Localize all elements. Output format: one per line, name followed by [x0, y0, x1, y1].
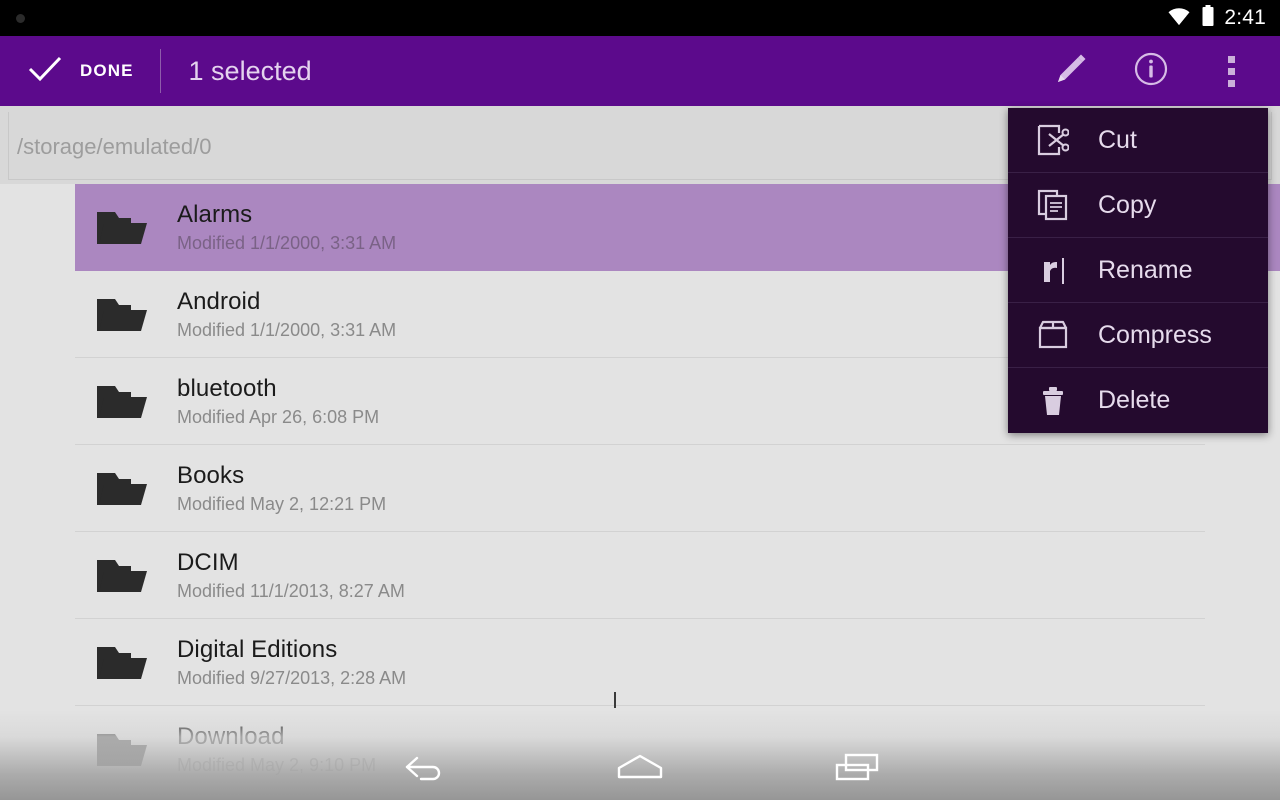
scroll-indicator[interactable]: [614, 692, 616, 708]
recents-icon: [833, 751, 881, 788]
edit-button[interactable]: [1048, 48, 1094, 94]
file-name: Alarms: [177, 200, 253, 228]
back-arrow-icon: [403, 752, 447, 787]
folder-icon: [93, 295, 151, 335]
file-modified: Modified May 2, 12:21 PM: [177, 493, 387, 514]
pencil-icon: [1054, 52, 1088, 91]
cut-icon: [1030, 124, 1076, 156]
file-modified: Modified 9/27/2013, 2:28 AM: [177, 667, 407, 688]
file-modified: Modified 11/1/2013, 8:27 AM: [177, 580, 405, 601]
copy-icon: [1030, 189, 1076, 221]
info-circle-icon: [1133, 51, 1169, 92]
notification-dot-icon: [16, 13, 25, 23]
file-list-item[interactable]: Books Modified May 2, 12:21 PM: [0, 445, 1280, 532]
compress-icon: [1030, 319, 1076, 351]
file-list-item-text: bluetooth Modified Apr 26, 6:08 PM: [177, 375, 379, 429]
file-name: Books: [177, 461, 245, 489]
menu-item-delete[interactable]: Delete: [1008, 368, 1268, 433]
done-button[interactable]: DONE: [0, 36, 134, 106]
file-manager-screen: 2:41 DONE 1 selected /storage/emulated/0…: [0, 0, 1280, 800]
file-list-item-text: Alarms Modified 1/1/2000, 3:31 AM: [177, 201, 396, 255]
status-clock: 2:41: [1224, 6, 1266, 29]
action-bar-divider: [159, 49, 161, 93]
file-list-item-text: DCIM Modified 11/1/2013, 8:27 AM: [177, 549, 405, 603]
info-button[interactable]: [1128, 48, 1174, 94]
menu-item-label: Cut: [1098, 125, 1137, 154]
wifi-icon: [1166, 6, 1192, 31]
folder-icon: [93, 469, 151, 509]
file-name: Digital Editions: [177, 635, 338, 663]
delete-icon: [1030, 385, 1076, 417]
folder-icon: [93, 382, 151, 422]
overflow-menu-button[interactable]: [1208, 48, 1254, 94]
nav-back-button[interactable]: [380, 738, 470, 800]
battery-icon: [1201, 4, 1215, 32]
check-icon: [28, 55, 62, 88]
current-path: /storage/emulated/0: [17, 134, 212, 159]
file-list-item-text: Android Modified 1/1/2000, 3:31 AM: [177, 288, 396, 342]
menu-item-copy[interactable]: Copy: [1008, 173, 1268, 238]
menu-item-compress[interactable]: Compress: [1008, 303, 1268, 368]
folder-icon: [93, 643, 151, 683]
file-modified: Modified 1/1/2000, 3:31 AM: [177, 232, 397, 253]
file-list-item-text: Books Modified May 2, 12:21 PM: [177, 462, 386, 516]
done-label: DONE: [80, 61, 134, 80]
menu-item-label: Rename: [1098, 255, 1193, 284]
nav-recents-button[interactable]: [812, 738, 902, 800]
rename-icon: [1030, 254, 1076, 286]
menu-item-cut[interactable]: Cut: [1008, 108, 1268, 173]
file-list-item[interactable]: DCIM Modified 11/1/2013, 8:27 AM: [0, 532, 1280, 619]
file-modified: Modified Apr 26, 6:08 PM: [177, 406, 380, 427]
menu-item-rename[interactable]: Rename: [1008, 238, 1268, 303]
menu-item-label: Copy: [1098, 190, 1157, 219]
folder-icon: [93, 208, 151, 248]
action-bar-actions: [1048, 36, 1280, 106]
menu-item-label: Compress: [1098, 320, 1212, 349]
selected-count-label: 1 selected: [188, 55, 312, 86]
navigation-bar: [0, 738, 1280, 800]
file-name: DCIM: [177, 548, 239, 576]
file-list-item[interactable]: Digital Editions Modified 9/27/2013, 2:2…: [0, 619, 1280, 706]
folder-icon: [93, 556, 151, 596]
status-bar: 2:41: [0, 0, 1280, 36]
file-name: bluetooth: [177, 374, 277, 402]
file-modified: Modified 1/1/2000, 3:31 AM: [177, 319, 397, 340]
context-menu[interactable]: Cut Copy Rename Compress Delete: [1008, 108, 1268, 433]
overflow-menu-icon: [1227, 55, 1235, 87]
nav-home-button[interactable]: [595, 738, 685, 800]
contextual-action-bar: DONE 1 selected: [0, 36, 1280, 106]
status-bar-right: 2:41: [1166, 4, 1280, 32]
menu-item-label: Delete: [1098, 386, 1171, 414]
home-icon: [615, 752, 665, 787]
file-name: Android: [177, 287, 261, 315]
file-list-item-text: Digital Editions Modified 9/27/2013, 2:2…: [177, 636, 406, 690]
